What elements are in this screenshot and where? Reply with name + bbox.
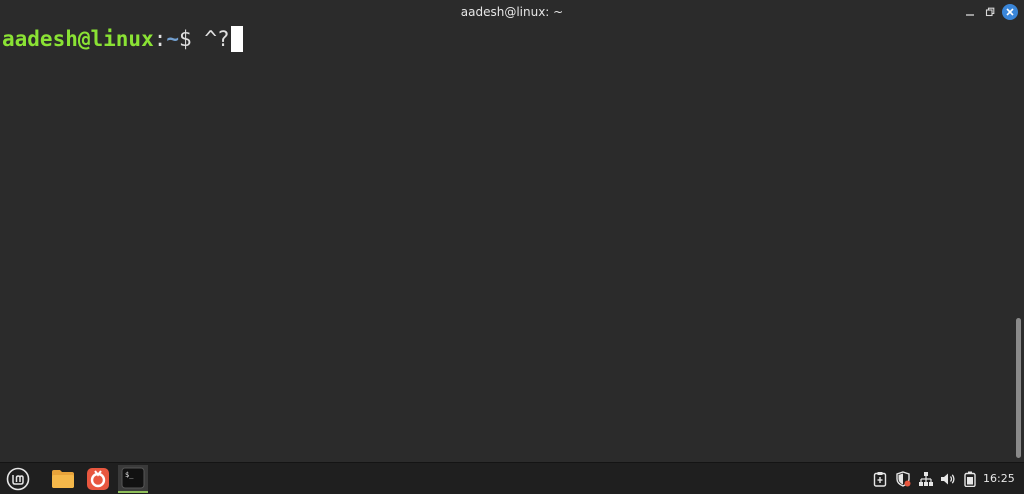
command-input[interactable]: ^? bbox=[192, 26, 229, 52]
volume-icon bbox=[941, 473, 955, 485]
prompt-colon: : bbox=[153, 27, 167, 51]
taskbar: $_ 16:25 bbox=[0, 462, 1024, 494]
clipboard-icon bbox=[873, 472, 887, 487]
prompt-path: ~ bbox=[166, 27, 180, 51]
files-icon bbox=[52, 470, 74, 488]
software-manager-launcher[interactable] bbox=[83, 465, 113, 493]
update-manager-applet[interactable] bbox=[895, 471, 911, 487]
software-manager-icon bbox=[87, 468, 109, 490]
restore-icon bbox=[985, 7, 995, 17]
maximize-button[interactable] bbox=[982, 4, 998, 20]
shield-icon bbox=[896, 471, 911, 487]
prompt-line: aadesh@linux: ~ $ ^? bbox=[2, 26, 243, 52]
minimize-button[interactable] bbox=[962, 4, 978, 20]
terminal-area[interactable]: aadesh@linux: ~ $ ^? bbox=[0, 24, 1024, 462]
power-applet[interactable] bbox=[962, 471, 978, 487]
mint-menu-icon bbox=[6, 467, 30, 491]
close-button[interactable] bbox=[1002, 4, 1018, 20]
terminal-icon: $_ bbox=[121, 467, 145, 489]
prompt-user: aadesh@linux bbox=[2, 27, 154, 51]
clock[interactable]: 16:25 bbox=[983, 463, 1015, 494]
terminal-icon-label: $_ bbox=[125, 471, 134, 479]
files-launcher[interactable] bbox=[48, 465, 78, 493]
window-title: aadesh@linux: ~ bbox=[460, 5, 564, 19]
text-cursor bbox=[230, 26, 243, 52]
battery-icon bbox=[964, 471, 976, 487]
scrollbar[interactable] bbox=[1016, 318, 1021, 458]
close-icon bbox=[1002, 4, 1018, 20]
minimize-icon bbox=[966, 14, 974, 16]
network-applet[interactable] bbox=[918, 471, 934, 487]
network-icon bbox=[919, 472, 933, 486]
terminal-taskbar-button[interactable]: $_ bbox=[118, 465, 148, 493]
prompt-symbol: $ bbox=[179, 27, 192, 51]
volume-applet[interactable] bbox=[940, 471, 956, 487]
title-bar[interactable]: aadesh@linux: ~ bbox=[0, 0, 1024, 24]
clipboard-applet[interactable] bbox=[872, 471, 888, 487]
terminal-window: aadesh@linux: ~ aadesh@linux: ~ $ ^? bbox=[0, 0, 1024, 462]
menu-button[interactable] bbox=[3, 465, 33, 493]
